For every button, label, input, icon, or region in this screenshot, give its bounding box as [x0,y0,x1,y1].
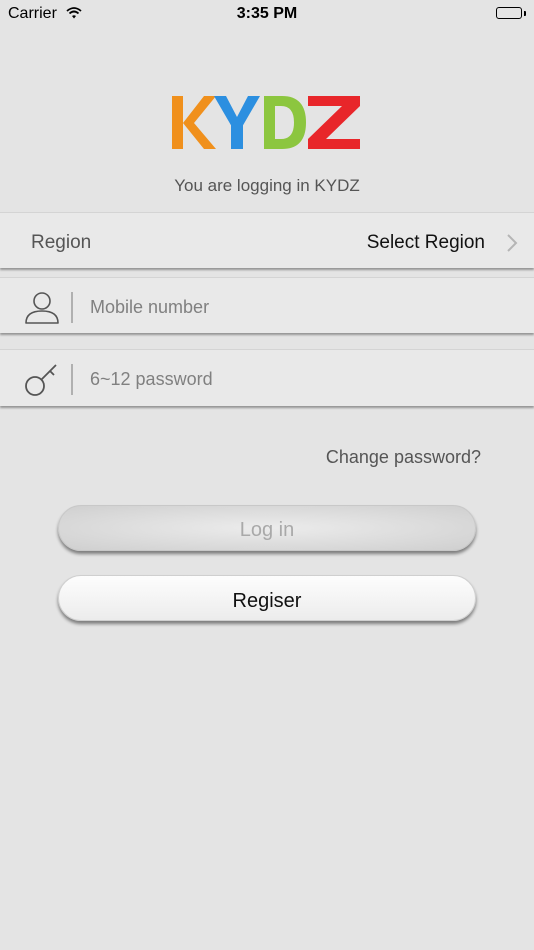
login-subtitle: You are logging in KYDZ [174,176,360,195]
battery-icon [496,7,526,19]
mobile-row [0,277,534,333]
register-button[interactable]: Regiser [58,575,476,621]
key-icon [22,363,62,397]
region-selector[interactable]: Region Select Region [0,212,534,268]
chevron-right-icon [506,233,518,258]
password-input[interactable] [90,364,510,394]
mobile-number-input[interactable] [90,292,510,322]
person-icon [22,291,62,325]
region-label: Region [31,232,92,253]
region-value: Select Region [366,232,485,253]
field-divider [71,292,73,323]
kydz-logo [170,93,364,153]
field-divider [71,364,73,395]
password-row [0,349,534,406]
status-time: 3:35 PM [236,5,298,22]
login-button[interactable]: Log in [58,505,476,551]
status-bar: Carrier 3:35 PM [0,0,534,28]
change-password-link[interactable]: Change password? [326,447,481,468]
